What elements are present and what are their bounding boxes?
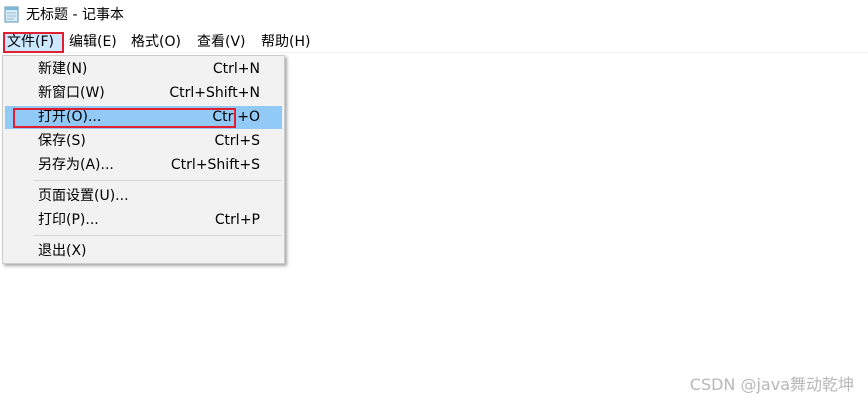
menu-item-shortcut: Ctrl+O bbox=[212, 109, 260, 125]
notepad-icon bbox=[4, 6, 20, 23]
menu-item-label: 打印(P)... bbox=[38, 212, 99, 228]
menu-item-exit[interactable]: 退出(X) bbox=[5, 240, 282, 263]
menu-item-save-as[interactable]: 另存为(A)... Ctrl+Shift+S bbox=[5, 154, 282, 177]
menu-file[interactable]: 文件(F) bbox=[5, 32, 63, 52]
menu-item-label: 另存为(A)... bbox=[38, 157, 114, 173]
window-title: 无标题 - 记事本 bbox=[26, 7, 124, 23]
menu-item-label: 新建(N) bbox=[38, 61, 88, 77]
menu-item-shortcut: Ctrl+S bbox=[214, 133, 260, 149]
menu-item-print[interactable]: 打印(P)... Ctrl+P bbox=[5, 209, 282, 232]
menu-format[interactable]: 格式(O) bbox=[129, 32, 183, 52]
menu-item-new-window[interactable]: 新窗口(W) Ctrl+Shift+N bbox=[5, 82, 282, 105]
menu-separator bbox=[33, 235, 282, 236]
menu-item-label: 退出(X) bbox=[38, 243, 87, 259]
menu-item-save[interactable]: 保存(S) Ctrl+S bbox=[5, 130, 282, 153]
menu-item-new[interactable]: 新建(N) Ctrl+N bbox=[5, 58, 282, 81]
menu-item-label: 新窗口(W) bbox=[38, 85, 105, 101]
menu-view[interactable]: 查看(V) bbox=[195, 32, 248, 52]
title-bar: 无标题 - 记事本 bbox=[0, 0, 868, 30]
menu-item-page-setup[interactable]: 页面设置(U)... bbox=[5, 185, 282, 208]
menu-item-label: 打开(O)... bbox=[38, 109, 102, 125]
menu-item-shortcut: Ctrl+N bbox=[212, 61, 260, 77]
menu-item-open[interactable]: 打开(O)... Ctrl+O bbox=[5, 106, 282, 129]
menu-edit[interactable]: 编辑(E) bbox=[67, 32, 119, 52]
menu-item-label: 保存(S) bbox=[38, 133, 86, 149]
menu-item-shortcut: Ctrl+P bbox=[214, 212, 260, 228]
menu-bar: 文件(F) 编辑(E) 格式(O) 查看(V) 帮助(H) bbox=[0, 30, 868, 53]
menu-separator bbox=[33, 180, 282, 181]
file-menu-dropdown: 新建(N) Ctrl+N 新窗口(W) Ctrl+Shift+N 打开(O)..… bbox=[2, 55, 285, 264]
menu-help[interactable]: 帮助(H) bbox=[259, 32, 312, 52]
notepad-window: 无标题 - 记事本 文件(F) 编辑(E) 格式(O) 查看(V) 帮助(H) … bbox=[0, 0, 868, 406]
menu-item-label: 页面设置(U)... bbox=[38, 188, 129, 204]
watermark: CSDN @java舞动乾坤 bbox=[689, 375, 854, 394]
menu-item-shortcut: Ctrl+Shift+N bbox=[169, 85, 260, 101]
menu-item-shortcut: Ctrl+Shift+S bbox=[170, 157, 260, 173]
